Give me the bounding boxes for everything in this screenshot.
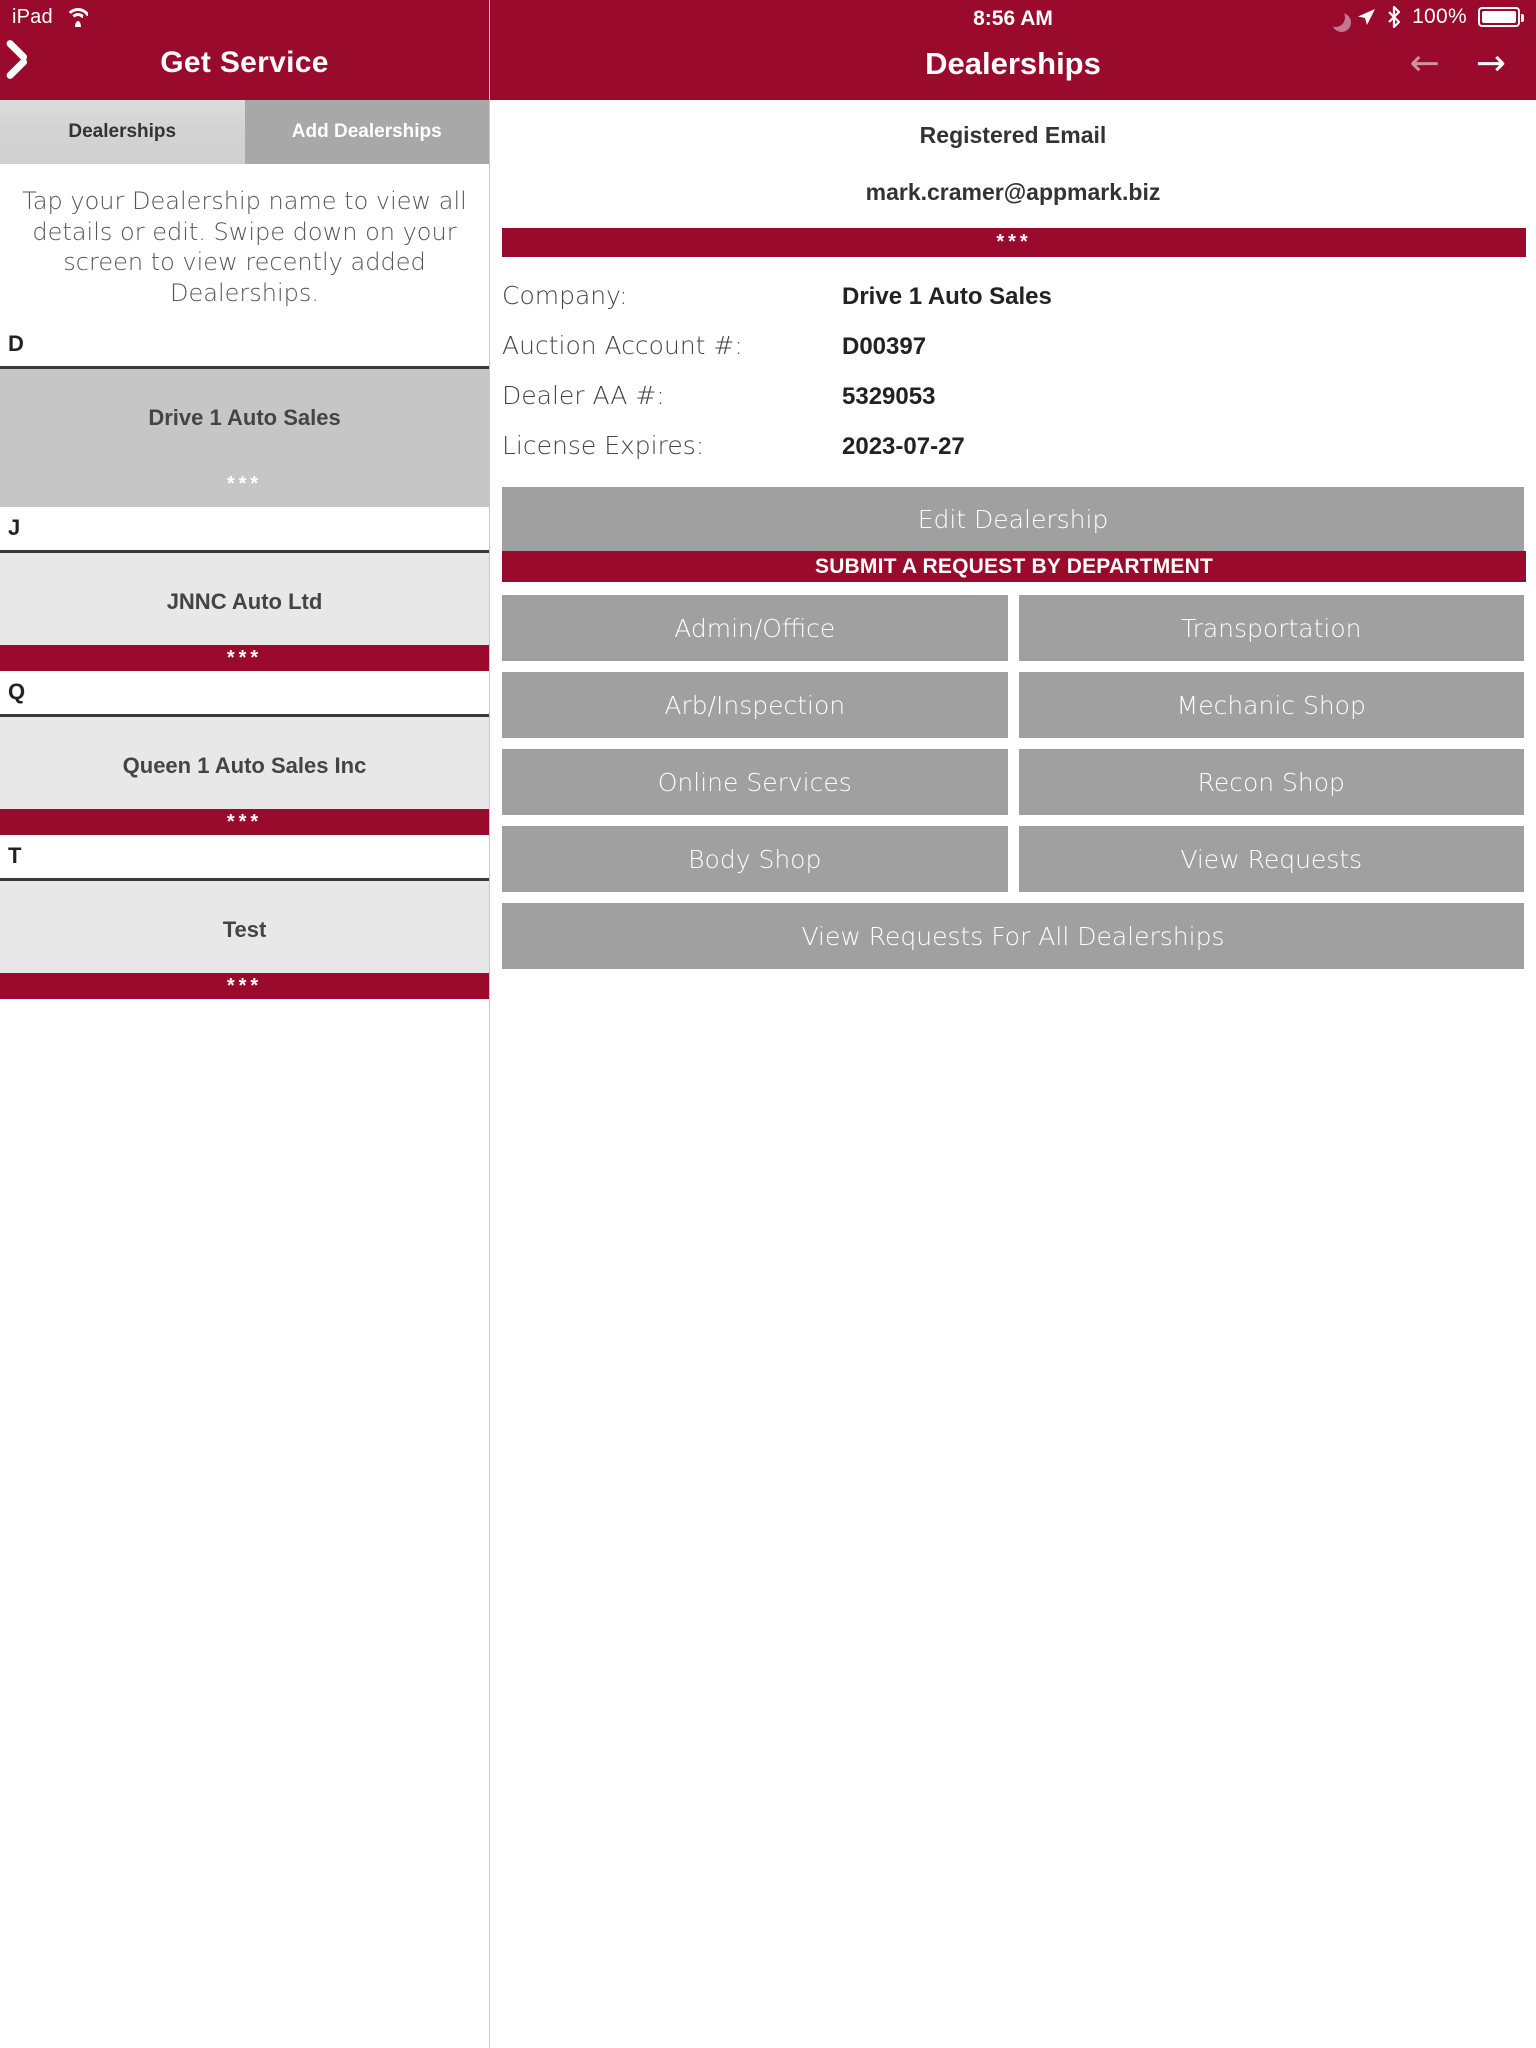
view-requests-all-dealerships-button[interactable]: View Requests For All Dealerships bbox=[502, 903, 1524, 969]
department-button-admin-office[interactable]: Admin/Office bbox=[502, 595, 1008, 661]
list-item[interactable]: Drive 1 Auto Sales *** bbox=[0, 368, 489, 507]
department-button-mechanic-shop[interactable]: Mechanic Shop bbox=[1018, 672, 1524, 738]
department-button-recon-shop[interactable]: Recon Shop bbox=[1018, 749, 1524, 815]
row-separator: *** bbox=[0, 644, 489, 671]
section-letter-label: J bbox=[8, 515, 21, 541]
row-separator: *** bbox=[226, 472, 263, 495]
department-button-arb-inspection[interactable]: Arb/Inspection bbox=[502, 672, 1008, 738]
arrow-right-icon[interactable]: → bbox=[1476, 46, 1506, 82]
right-pane-dealerships: 8:56 AM 100% Dealerships ← → Registered … bbox=[490, 0, 1536, 2048]
left-navigation-bar: iPad Get Service bbox=[0, 0, 489, 100]
wifi-icon bbox=[64, 8, 91, 27]
detail-value: D00397 bbox=[842, 333, 927, 360]
detail-row-license-expires: License Expires: 2023-07-27 bbox=[502, 421, 1496, 471]
battery-percent-label: 100% bbox=[1412, 5, 1467, 28]
detail-row-auction-account: Auction Account #: D00397 bbox=[502, 321, 1496, 371]
arrow-left-icon[interactable]: ← bbox=[1410, 46, 1440, 82]
tab-dealerships[interactable]: Dealerships bbox=[0, 100, 245, 164]
department-section-header: SUBMIT A REQUEST BY DEPARTMENT bbox=[502, 551, 1526, 582]
device-label: iPad bbox=[12, 6, 53, 28]
edit-dealership-button[interactable]: Edit Dealership bbox=[502, 487, 1524, 551]
bluetooth-icon bbox=[1387, 6, 1401, 28]
section-letter-label: D bbox=[8, 331, 24, 357]
section-header-j: J bbox=[0, 506, 489, 553]
status-bar-left: iPad bbox=[12, 6, 91, 29]
section-header-t: T bbox=[0, 834, 489, 881]
status-bar-right: 8:56 AM 100% bbox=[490, 5, 1536, 35]
section-letter-label: Q bbox=[8, 679, 26, 705]
dealership-name: Queen 1 Auto Sales Inc bbox=[122, 752, 367, 778]
list-item[interactable]: JNNC Auto Ltd *** bbox=[0, 552, 489, 671]
left-pane-get-service: iPad Get Service Dealerships Add Dealers… bbox=[0, 0, 490, 2048]
section-header-q: Q bbox=[0, 670, 489, 717]
department-button-transportation[interactable]: Transportation bbox=[1018, 595, 1524, 661]
tab-bar: Dealerships Add Dealerships bbox=[0, 100, 489, 164]
detail-row-dealer-aa: Dealer AA #: 5329053 bbox=[502, 371, 1496, 421]
section-letter-label: T bbox=[8, 843, 22, 869]
detail-page-title: Dealerships bbox=[925, 46, 1101, 81]
detail-label: License Expires: bbox=[502, 431, 705, 460]
department-button-body-shop[interactable]: Body Shop bbox=[502, 826, 1008, 892]
registered-email-value: mark.cramer@appmark.biz bbox=[865, 179, 1161, 205]
department-button-grid: Admin/Office Transportation Arb/Inspecti… bbox=[490, 582, 1536, 969]
tab-dealerships-label: Dealerships bbox=[68, 121, 177, 142]
registered-email-label: Registered Email bbox=[919, 122, 1107, 148]
row-separator: *** bbox=[0, 808, 489, 835]
dealership-details: Company: Drive 1 Auto Sales Auction Acco… bbox=[490, 257, 1536, 471]
tab-add-dealerships-label: Add Dealerships bbox=[291, 121, 442, 142]
app-screen: iPad Get Service Dealerships Add Dealers… bbox=[0, 0, 1536, 2048]
moon-icon bbox=[1326, 8, 1345, 27]
detail-value: 2023-07-27 bbox=[842, 433, 965, 460]
dealership-name: Drive 1 Auto Sales bbox=[148, 404, 341, 430]
detail-label: Auction Account #: bbox=[502, 331, 743, 360]
list-item[interactable]: Queen 1 Auto Sales Inc *** bbox=[0, 716, 489, 835]
detail-label: Dealer AA #: bbox=[502, 381, 665, 410]
status-bar-icons: 100% bbox=[1326, 5, 1524, 29]
page-title: Get Service bbox=[160, 46, 329, 79]
detail-value: 5329053 bbox=[842, 383, 936, 410]
tab-add-dealerships[interactable]: Add Dealerships bbox=[244, 100, 489, 164]
battery-full-icon bbox=[1478, 7, 1524, 27]
right-navigation-bar: 8:56 AM 100% Dealerships ← → bbox=[490, 0, 1536, 100]
dealership-name: Test bbox=[222, 916, 267, 942]
detail-separator: *** bbox=[502, 228, 1526, 257]
department-button-view-requests[interactable]: View Requests bbox=[1018, 826, 1524, 892]
navigation-arrows: ← → bbox=[1410, 46, 1506, 82]
department-button-online-services[interactable]: Online Services bbox=[502, 749, 1008, 815]
dealership-name: JNNC Auto Ltd bbox=[166, 588, 323, 614]
list-item[interactable]: Test *** bbox=[0, 880, 489, 999]
detail-row-company: Company: Drive 1 Auto Sales bbox=[502, 271, 1496, 321]
detail-value: Drive 1 Auto Sales bbox=[842, 283, 1052, 310]
instructions-text: Tap your Dealership name to view all det… bbox=[22, 187, 467, 308]
location-arrow-icon bbox=[1356, 7, 1376, 27]
row-separator: *** bbox=[0, 972, 489, 999]
detail-label: Company: bbox=[502, 281, 628, 310]
section-header-d: D bbox=[0, 322, 489, 369]
